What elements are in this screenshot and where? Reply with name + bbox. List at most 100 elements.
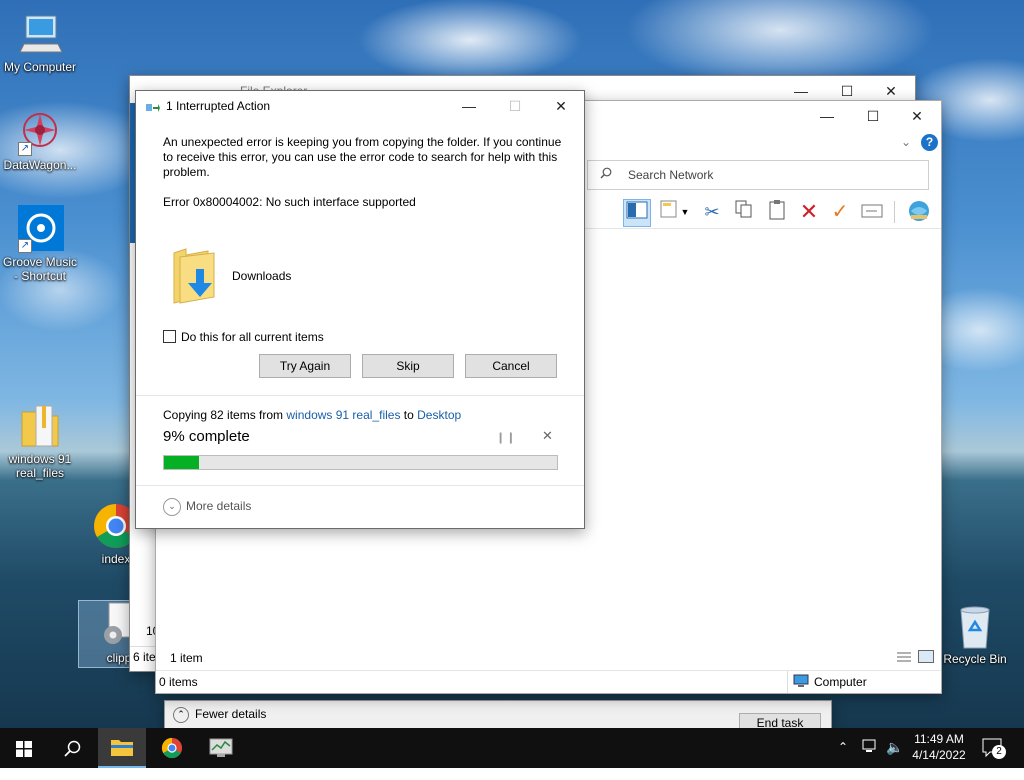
taskbar-task-manager[interactable] xyxy=(197,728,245,768)
datawagon-icon: ↗ xyxy=(16,108,64,156)
downloads-folder-icon xyxy=(173,248,215,304)
computer-icon xyxy=(16,10,64,58)
error-message: An unexpected error is keeping you from … xyxy=(163,135,562,179)
dialog-divider xyxy=(136,395,584,396)
close-button[interactable]: ✕ xyxy=(894,101,940,131)
search-button[interactable] xyxy=(48,728,96,768)
desktop-icon-groove-music[interactable]: ↗ Groove Music - Shortcut xyxy=(0,205,80,283)
dialog-titlebar: 1 Interrupted Action — ☐ ✕ xyxy=(136,91,584,121)
copy-action-icon xyxy=(146,104,160,112)
minimize-button[interactable]: — xyxy=(446,91,492,121)
close-button[interactable]: ✕ xyxy=(538,91,584,121)
preview-pane-icon[interactable] xyxy=(623,199,651,227)
desktop-icon-label: Recycle Bin xyxy=(943,652,1007,666)
ribbon-expand-chevron-icon[interactable]: ⌄ xyxy=(901,135,911,149)
copy-icon[interactable] xyxy=(731,199,757,225)
large-icons-view-icon[interactable] xyxy=(918,650,934,663)
source-link[interactable]: windows 91 real_files xyxy=(286,408,400,422)
desktop-icon-zip-folder[interactable]: windows 91 real_files xyxy=(0,402,80,480)
network-globe-icon[interactable] xyxy=(906,199,932,225)
search-placeholder: Search Network xyxy=(628,168,714,182)
properties-check-icon[interactable]: ✓ xyxy=(827,199,853,225)
chevron-down-icon: ⌄ xyxy=(163,498,181,516)
minimize-button[interactable]: — xyxy=(804,101,850,131)
desktop-icon-label: My Computer xyxy=(3,60,77,74)
task-manager-icon xyxy=(209,738,233,757)
details-view-icon[interactable] xyxy=(896,651,912,663)
destination-link[interactable]: Desktop xyxy=(417,408,461,422)
copy-summary: Copying 82 items from windows 91 real_fi… xyxy=(163,408,461,422)
status-bar: 0 items Computer xyxy=(156,670,941,693)
item-count: 1 item xyxy=(170,651,203,665)
clock-time: 11:49 AM xyxy=(914,732,964,746)
copy-prefix: Copying 82 items from xyxy=(163,408,287,422)
status-items: 6 ite xyxy=(130,646,156,668)
fewer-details-label: Fewer details xyxy=(195,707,267,722)
tray-chevron-up-icon[interactable]: ⌃ xyxy=(838,740,848,780)
status-divider xyxy=(787,671,788,693)
interrupted-action-dialog: 1 Interrupted Action — ☐ ✕ An unexpected… xyxy=(135,90,585,529)
percent-complete: 9% complete xyxy=(163,428,250,445)
copy-middle: to xyxy=(400,408,418,422)
progress-bar xyxy=(163,455,558,470)
desktop-icon-datawagon[interactable]: ↗ DataWagon... xyxy=(0,108,80,172)
computer-small-icon xyxy=(793,674,809,688)
clock-date: 4/14/2022 xyxy=(912,748,966,762)
pause-icon[interactable]: ❙❙ xyxy=(496,431,516,444)
taskbar: ⌃ 🔈 11:49 AM 4/14/2022 2 xyxy=(0,728,1024,768)
volume-icon[interactable]: 🔈 xyxy=(886,739,903,779)
desktop-icon-my-computer[interactable]: My Computer xyxy=(0,10,80,74)
folder-icon xyxy=(111,740,133,756)
search-icon xyxy=(64,740,81,757)
network-icon[interactable] xyxy=(862,738,880,778)
checkbox-box[interactable] xyxy=(163,330,176,343)
start-button[interactable] xyxy=(0,728,48,768)
more-details-label: More details xyxy=(186,499,252,514)
cut-icon[interactable]: ✂ xyxy=(699,199,725,225)
dialog-divider xyxy=(136,485,584,486)
zip-folder-icon xyxy=(16,402,64,450)
stop-copy-icon[interactable]: ✕ xyxy=(542,428,553,444)
view-dropdown-icon[interactable]: ▼ xyxy=(678,199,692,225)
more-details-toggle[interactable]: ⌄ More details xyxy=(163,498,251,516)
taskbar-file-explorer[interactable] xyxy=(98,728,146,768)
search-box[interactable]: Search Network xyxy=(587,160,929,190)
fewer-details-toggle[interactable]: ⌃ Fewer details xyxy=(173,707,266,723)
desktop-icon-label: Groove Music - Shortcut xyxy=(2,255,78,283)
cancel-button[interactable]: Cancel xyxy=(465,354,557,378)
delete-icon[interactable]: ✕ xyxy=(796,199,822,225)
apply-to-all-checkbox[interactable]: Do this for all current items xyxy=(163,330,324,344)
help-icon[interactable]: ? xyxy=(921,134,938,151)
rename-icon[interactable] xyxy=(859,199,885,225)
try-again-button[interactable]: Try Again xyxy=(259,354,351,378)
folder-name: Downloads xyxy=(232,269,292,283)
chevron-up-icon: ⌃ xyxy=(173,707,189,723)
notification-center-icon[interactable]: 2 xyxy=(982,738,1006,778)
desktop-icon-recycle-bin[interactable]: Recycle Bin xyxy=(935,602,1015,666)
skip-button[interactable]: Skip xyxy=(362,354,454,378)
search-icon xyxy=(600,167,612,179)
maximize-button: ☐ xyxy=(508,98,522,114)
maximize-button[interactable]: ☐ xyxy=(850,101,896,131)
task-manager-window: ⌃ Fewer details End task xyxy=(164,700,832,733)
progress-fill xyxy=(164,456,200,469)
clock[interactable]: 11:49 AM 4/14/2022 xyxy=(908,731,970,771)
classic-toolbar: ▼ ✂ ✕ ✓ xyxy=(618,197,938,227)
recycle-bin-icon xyxy=(951,602,999,650)
paste-icon[interactable] xyxy=(764,199,790,225)
chrome-icon xyxy=(161,737,183,759)
dialog-title: 1 Interrupted Action xyxy=(166,99,271,113)
shortcut-arrow-icon: ↗ xyxy=(18,239,32,253)
checkbox-label: Do this for all current items xyxy=(181,330,324,344)
toolbar-divider xyxy=(894,201,895,223)
groove-music-icon: ↗ xyxy=(16,205,64,253)
error-code: Error 0x80004002: No such interface supp… xyxy=(163,195,416,209)
desktop-icon-label: DataWagon... xyxy=(3,158,77,172)
shortcut-arrow-icon: ↗ xyxy=(18,142,32,156)
notification-badge: 2 xyxy=(992,745,1006,759)
desktop-icon-label: windows 91 real_files xyxy=(8,452,72,480)
windows-logo-icon xyxy=(16,741,32,757)
taskbar-chrome[interactable] xyxy=(148,728,196,768)
status-location: Computer xyxy=(814,675,867,689)
status-items: 0 items xyxy=(159,675,198,689)
